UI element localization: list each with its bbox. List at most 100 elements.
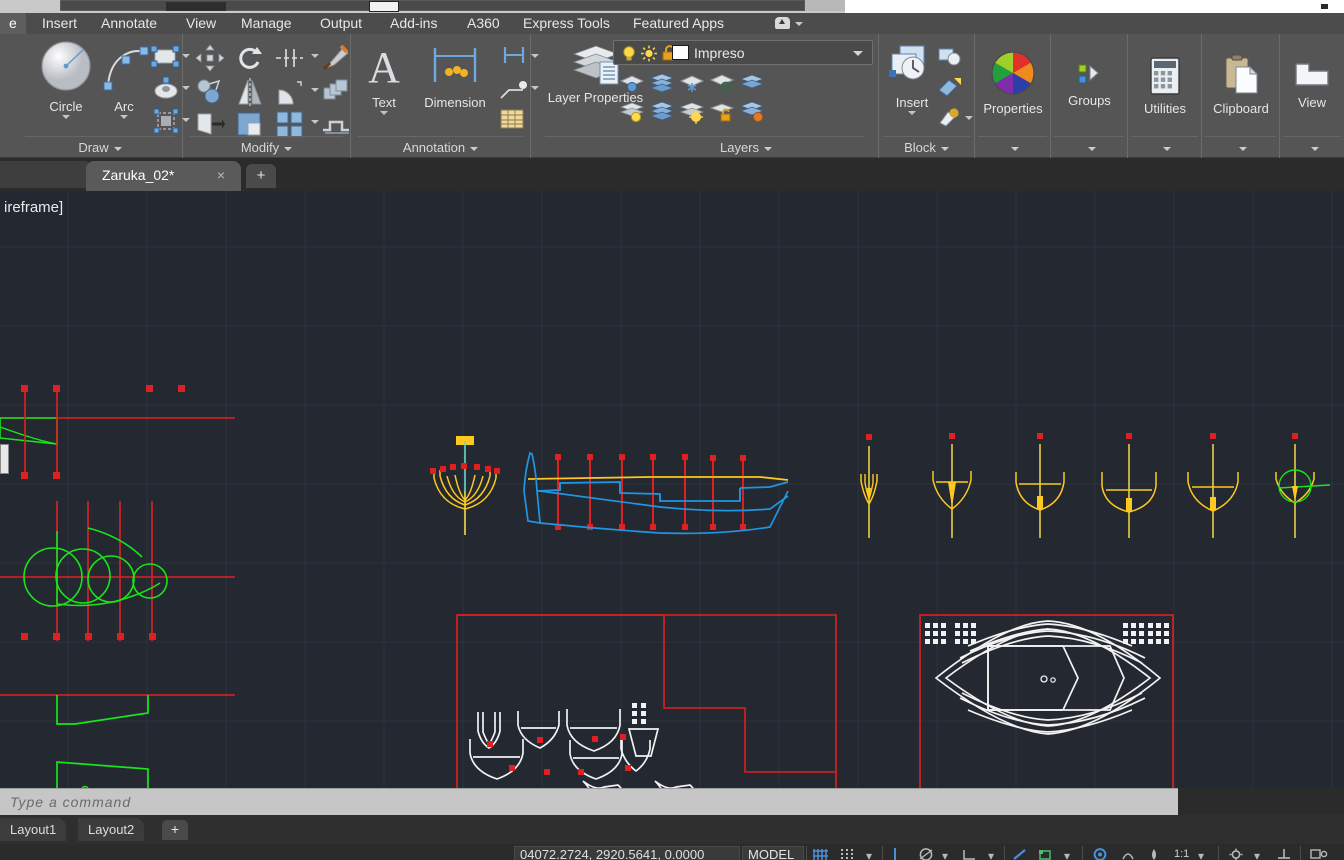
close-icon[interactable]: ×	[217, 167, 225, 183]
layout-tab-layout2[interactable]: Layout2	[78, 818, 145, 841]
ribbon-tab-a360[interactable]: A360	[458, 13, 509, 34]
new-document-tab-button[interactable]: +	[246, 164, 276, 188]
layer-selector[interactable]: Impreso	[613, 40, 873, 65]
leader-button[interactable]	[499, 76, 527, 107]
drawing-canvas[interactable]: 10 cm ZARUKA Plancha ZK1-600x400x4 Esc 1…	[0, 191, 1344, 788]
array-button[interactable]	[321, 78, 351, 111]
layer-lock-button[interactable]	[739, 72, 765, 99]
qat-field[interactable]	[166, 2, 226, 11]
infer-icon[interactable]	[890, 847, 900, 860]
dim-linear-button[interactable]	[499, 44, 529, 71]
clipboard-button[interactable]: Clipboard	[1202, 54, 1280, 116]
panel-title-draw[interactable]: Draw	[18, 140, 182, 155]
panel-title-modify[interactable]: Modify	[183, 140, 350, 155]
edit-block-button[interactable]	[937, 76, 963, 103]
sun-icon[interactable]	[640, 45, 658, 62]
arc-dropdown-icon[interactable]	[120, 115, 128, 119]
chevron-down-icon[interactable]	[795, 22, 803, 26]
panel-title-utilities[interactable]	[1128, 140, 1201, 155]
transparency-icon[interactable]	[1120, 848, 1136, 860]
ribbon-tab-view[interactable]: View	[177, 13, 225, 34]
scale-button[interactable]	[235, 110, 265, 143]
ortho-dropdown-icon[interactable]: ▾	[942, 849, 948, 860]
trim-button[interactable]	[275, 46, 305, 75]
ribbon-tab-addins[interactable]: Add-ins	[381, 13, 446, 34]
workspace-icon[interactable]	[1228, 848, 1244, 860]
panel-title-properties[interactable]	[975, 140, 1050, 155]
dimension-button[interactable]: Dimension	[409, 42, 501, 110]
coordinate-readout[interactable]: 04072.2724, 2920.5641, 0.0000	[520, 847, 704, 860]
layer-match-button[interactable]	[679, 100, 705, 129]
viewport-edge-handle[interactable]	[0, 444, 9, 474]
layout-tab-layout1[interactable]: Layout1	[0, 818, 67, 841]
move-button[interactable]	[195, 44, 225, 77]
snap-icon[interactable]	[840, 848, 858, 860]
groups-button[interactable]: Groups	[1051, 62, 1128, 108]
layer-delete-button[interactable]	[739, 100, 765, 129]
panel-title-groups[interactable]	[1051, 140, 1127, 155]
panel-title-layers[interactable]: Layers	[646, 140, 846, 155]
create-block-button[interactable]	[937, 46, 963, 73]
ribbon-tab-express-tools[interactable]: Express Tools	[514, 13, 619, 34]
snap-dropdown-icon[interactable]: ▾	[866, 849, 872, 860]
ribbon-tab-manage[interactable]: Manage	[232, 13, 301, 34]
erase-button[interactable]	[321, 42, 351, 77]
layer-off-button[interactable]	[709, 72, 735, 99]
mirror-button[interactable]	[235, 78, 265, 111]
layer-turn-all-on-button[interactable]	[619, 100, 645, 129]
lineweight-icon[interactable]	[1092, 848, 1108, 860]
otrack-icon[interactable]	[1038, 848, 1054, 860]
scale-dropdown-icon[interactable]: ▾	[1198, 849, 1204, 860]
layer-isolate-button[interactable]	[619, 72, 645, 99]
explode-dropdown-icon[interactable]	[311, 120, 319, 124]
layer-thaw-button[interactable]	[649, 100, 675, 129]
osnap-icon[interactable]	[1012, 848, 1028, 860]
document-tab-zaruka[interactable]: Zaruka_02* ×	[86, 161, 241, 191]
text-dropdown-icon[interactable]	[380, 111, 388, 115]
circle-button[interactable]: Circle	[26, 40, 106, 119]
osnap-dropdown-icon[interactable]: ▾	[1064, 849, 1070, 860]
ribbon-tab-featured-apps[interactable]: Featured Apps	[624, 13, 733, 34]
command-line[interactable]: Type a command	[0, 788, 1178, 815]
ribbon-tab-insert[interactable]: Insert	[33, 13, 86, 34]
viewport-style-label[interactable]: ireframe]	[4, 199, 63, 216]
annotation-visibility-icon[interactable]	[1148, 848, 1160, 860]
ellipse-button[interactable]	[152, 76, 180, 107]
polar-icon[interactable]	[962, 848, 978, 860]
fullscreen-icon[interactable]	[1310, 848, 1328, 860]
lightbulb-icon[interactable]	[620, 45, 638, 62]
qat-white-box[interactable]	[369, 1, 399, 12]
workspace-dropdown-icon[interactable]: ▾	[1254, 849, 1260, 860]
view-button[interactable]: View	[1280, 58, 1344, 110]
table-button[interactable]	[499, 108, 525, 135]
arc-button[interactable]: Arc	[96, 40, 152, 119]
qat-search-area[interactable]	[845, 0, 1344, 13]
grid-icon[interactable]	[812, 847, 830, 860]
layer-freeze-button[interactable]	[679, 72, 705, 99]
layer-unisolate-button[interactable]	[649, 72, 675, 99]
new-layout-button[interactable]: +	[162, 820, 188, 840]
model-space-button[interactable]: MODEL	[748, 847, 794, 860]
panel-title-view[interactable]	[1280, 140, 1344, 155]
cloud-icon[interactable]	[775, 17, 790, 29]
isolate-icon[interactable]	[1276, 848, 1292, 860]
rotate-button[interactable]	[235, 44, 265, 77]
properties-button[interactable]: Properties	[975, 50, 1051, 116]
block-dropdown-icon[interactable]	[965, 116, 973, 120]
hatch-button[interactable]	[152, 108, 180, 139]
panel-title-clipboard[interactable]	[1202, 140, 1279, 155]
chevron-down-icon[interactable]	[853, 51, 863, 56]
utilities-button[interactable]: Utilities	[1128, 56, 1202, 116]
explode-button[interactable]	[275, 110, 305, 143]
fillet-dropdown-icon[interactable]	[311, 88, 319, 92]
ortho-icon[interactable]	[918, 848, 934, 860]
copy-button[interactable]	[195, 78, 225, 111]
trim-dropdown-icon[interactable]	[311, 54, 319, 58]
panel-title-annotation[interactable]: Annotation	[351, 140, 530, 155]
ribbon-tab-annotate[interactable]: Annotate	[92, 13, 166, 34]
ribbon-tab-output[interactable]: Output	[311, 13, 371, 34]
qat-minimize-icon[interactable]	[1321, 4, 1328, 9]
insert-block-button[interactable]: Insert	[883, 42, 941, 115]
annotation-scale-label[interactable]: 1:1	[1174, 848, 1189, 860]
insert-dropdown-icon[interactable]	[908, 111, 916, 115]
